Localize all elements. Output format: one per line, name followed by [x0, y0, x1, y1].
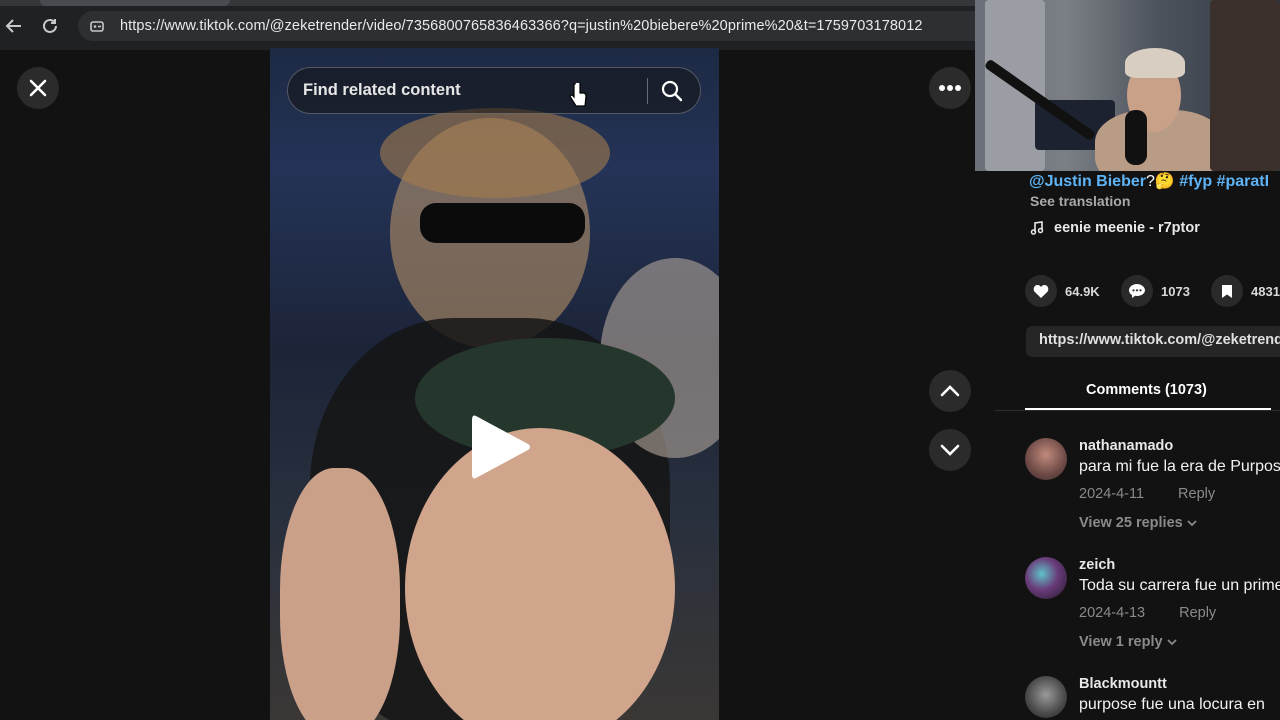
- hashtag-links[interactable]: #fyp #paratI: [1179, 173, 1269, 190]
- webcam-closet: [1210, 0, 1280, 171]
- music-note-icon: [1030, 221, 1044, 235]
- comment-meta: 2024-4-11 Reply: [1079, 486, 1215, 502]
- avatar[interactable]: [1025, 676, 1067, 718]
- webcam-overlay: [975, 0, 1280, 171]
- view-replies-label: View 1 reply: [1079, 634, 1163, 650]
- comment-text: Toda su carrera fue un prime: [1079, 577, 1280, 594]
- webcam-cap: [1125, 48, 1185, 78]
- chevron-down-icon: [1166, 639, 1177, 646]
- sound-name: eenie meenie - r7ptor: [1054, 220, 1200, 236]
- webcam-microphone: [1125, 110, 1147, 165]
- bookmark-icon[interactable]: [1211, 275, 1243, 307]
- share-link-field[interactable]: https://www.tiktok.com/@zeketrender: [1026, 326, 1280, 357]
- active-tab[interactable]: [40, 0, 230, 6]
- save-count: 4831: [1251, 283, 1280, 299]
- avatar[interactable]: [1025, 438, 1067, 480]
- play-icon[interactable]: [468, 412, 532, 482]
- comment-item: Blackmountt purpose fue una locura en: [1025, 676, 1280, 720]
- close-icon: [29, 79, 47, 97]
- back-arrow-icon: [5, 19, 21, 33]
- question-mark: ?: [1145, 173, 1155, 190]
- search-placeholder: Find related content: [303, 81, 461, 99]
- view-replies-button[interactable]: View 1 reply: [1079, 634, 1177, 650]
- comment-username[interactable]: Blackmountt: [1079, 676, 1167, 692]
- tab-divider: [995, 410, 1280, 411]
- like-count: 64.9K: [1065, 283, 1100, 299]
- post-description: @Justin Bieber?🤔 #fyp #paratI: [1029, 171, 1269, 191]
- video-player[interactable]: [270, 48, 719, 720]
- site-info-icon[interactable]: [88, 17, 106, 35]
- comment-meta: 2024-4-13 Reply: [1079, 605, 1216, 621]
- video-sunglasses: [420, 203, 585, 243]
- comment-stat[interactable]: 1073: [1121, 275, 1190, 307]
- comment-text: purpose fue una locura en: [1079, 696, 1265, 713]
- video-hand: [280, 468, 400, 720]
- chevron-down-icon: [1187, 520, 1197, 527]
- comment-username[interactable]: zeich: [1079, 557, 1115, 573]
- next-video-button[interactable]: [929, 429, 971, 471]
- save-stat[interactable]: 4831: [1211, 275, 1280, 307]
- comment-username[interactable]: nathanamado: [1079, 438, 1173, 454]
- comment-date: 2024-4-13: [1079, 605, 1146, 621]
- like-stat[interactable]: 64.9K: [1025, 275, 1100, 307]
- heart-icon[interactable]: [1025, 275, 1057, 307]
- search-divider: [647, 78, 648, 104]
- comment-count: 1073: [1161, 283, 1190, 299]
- close-button[interactable]: [17, 67, 59, 109]
- reply-button[interactable]: Reply: [1179, 605, 1216, 621]
- browser-toolbar: https://www.tiktok.com/@zeketrender/vide…: [0, 0, 983, 50]
- mention-link[interactable]: @Justin Bieber: [1029, 173, 1146, 190]
- related-search-box[interactable]: Find related content: [287, 67, 701, 114]
- comment-item: zeich Toda su carrera fue un prime 2024-…: [1025, 557, 1280, 657]
- more-options-button[interactable]: [929, 67, 971, 109]
- tab-comments[interactable]: Comments (1073): [1086, 382, 1207, 398]
- reload-button[interactable]: [38, 14, 62, 38]
- mouse-cursor-icon: [569, 83, 587, 107]
- thinking-emoji-icon: 🤔: [1154, 173, 1175, 190]
- comment-item: nathanamado para mi fue la era de Purpos…: [1025, 438, 1280, 538]
- see-translation-link[interactable]: See translation: [1030, 193, 1130, 209]
- previous-video-button[interactable]: [929, 370, 971, 412]
- sound-link[interactable]: eenie meenie - r7ptor: [1030, 220, 1200, 236]
- address-bar[interactable]: https://www.tiktok.com/@zeketrender/vide…: [78, 11, 983, 41]
- ellipsis-icon: [939, 85, 961, 91]
- comment-text: para mi fue la era de Purpose: [1079, 458, 1280, 475]
- chevron-up-icon: [940, 385, 960, 397]
- reload-icon: [43, 18, 57, 33]
- reply-button[interactable]: Reply: [1178, 486, 1215, 502]
- url-text: https://www.tiktok.com/@zeketrender/vide…: [120, 18, 923, 34]
- avatar[interactable]: [1025, 557, 1067, 599]
- chevron-down-icon: [940, 444, 960, 456]
- search-icon[interactable]: [660, 79, 684, 103]
- view-replies-label: View 25 replies: [1079, 515, 1183, 531]
- view-replies-button[interactable]: View 25 replies: [1079, 515, 1197, 531]
- video-hair: [380, 108, 610, 198]
- comment-bubble-icon[interactable]: [1121, 275, 1153, 307]
- back-button[interactable]: [2, 14, 26, 38]
- comment-date: 2024-4-11: [1079, 486, 1145, 502]
